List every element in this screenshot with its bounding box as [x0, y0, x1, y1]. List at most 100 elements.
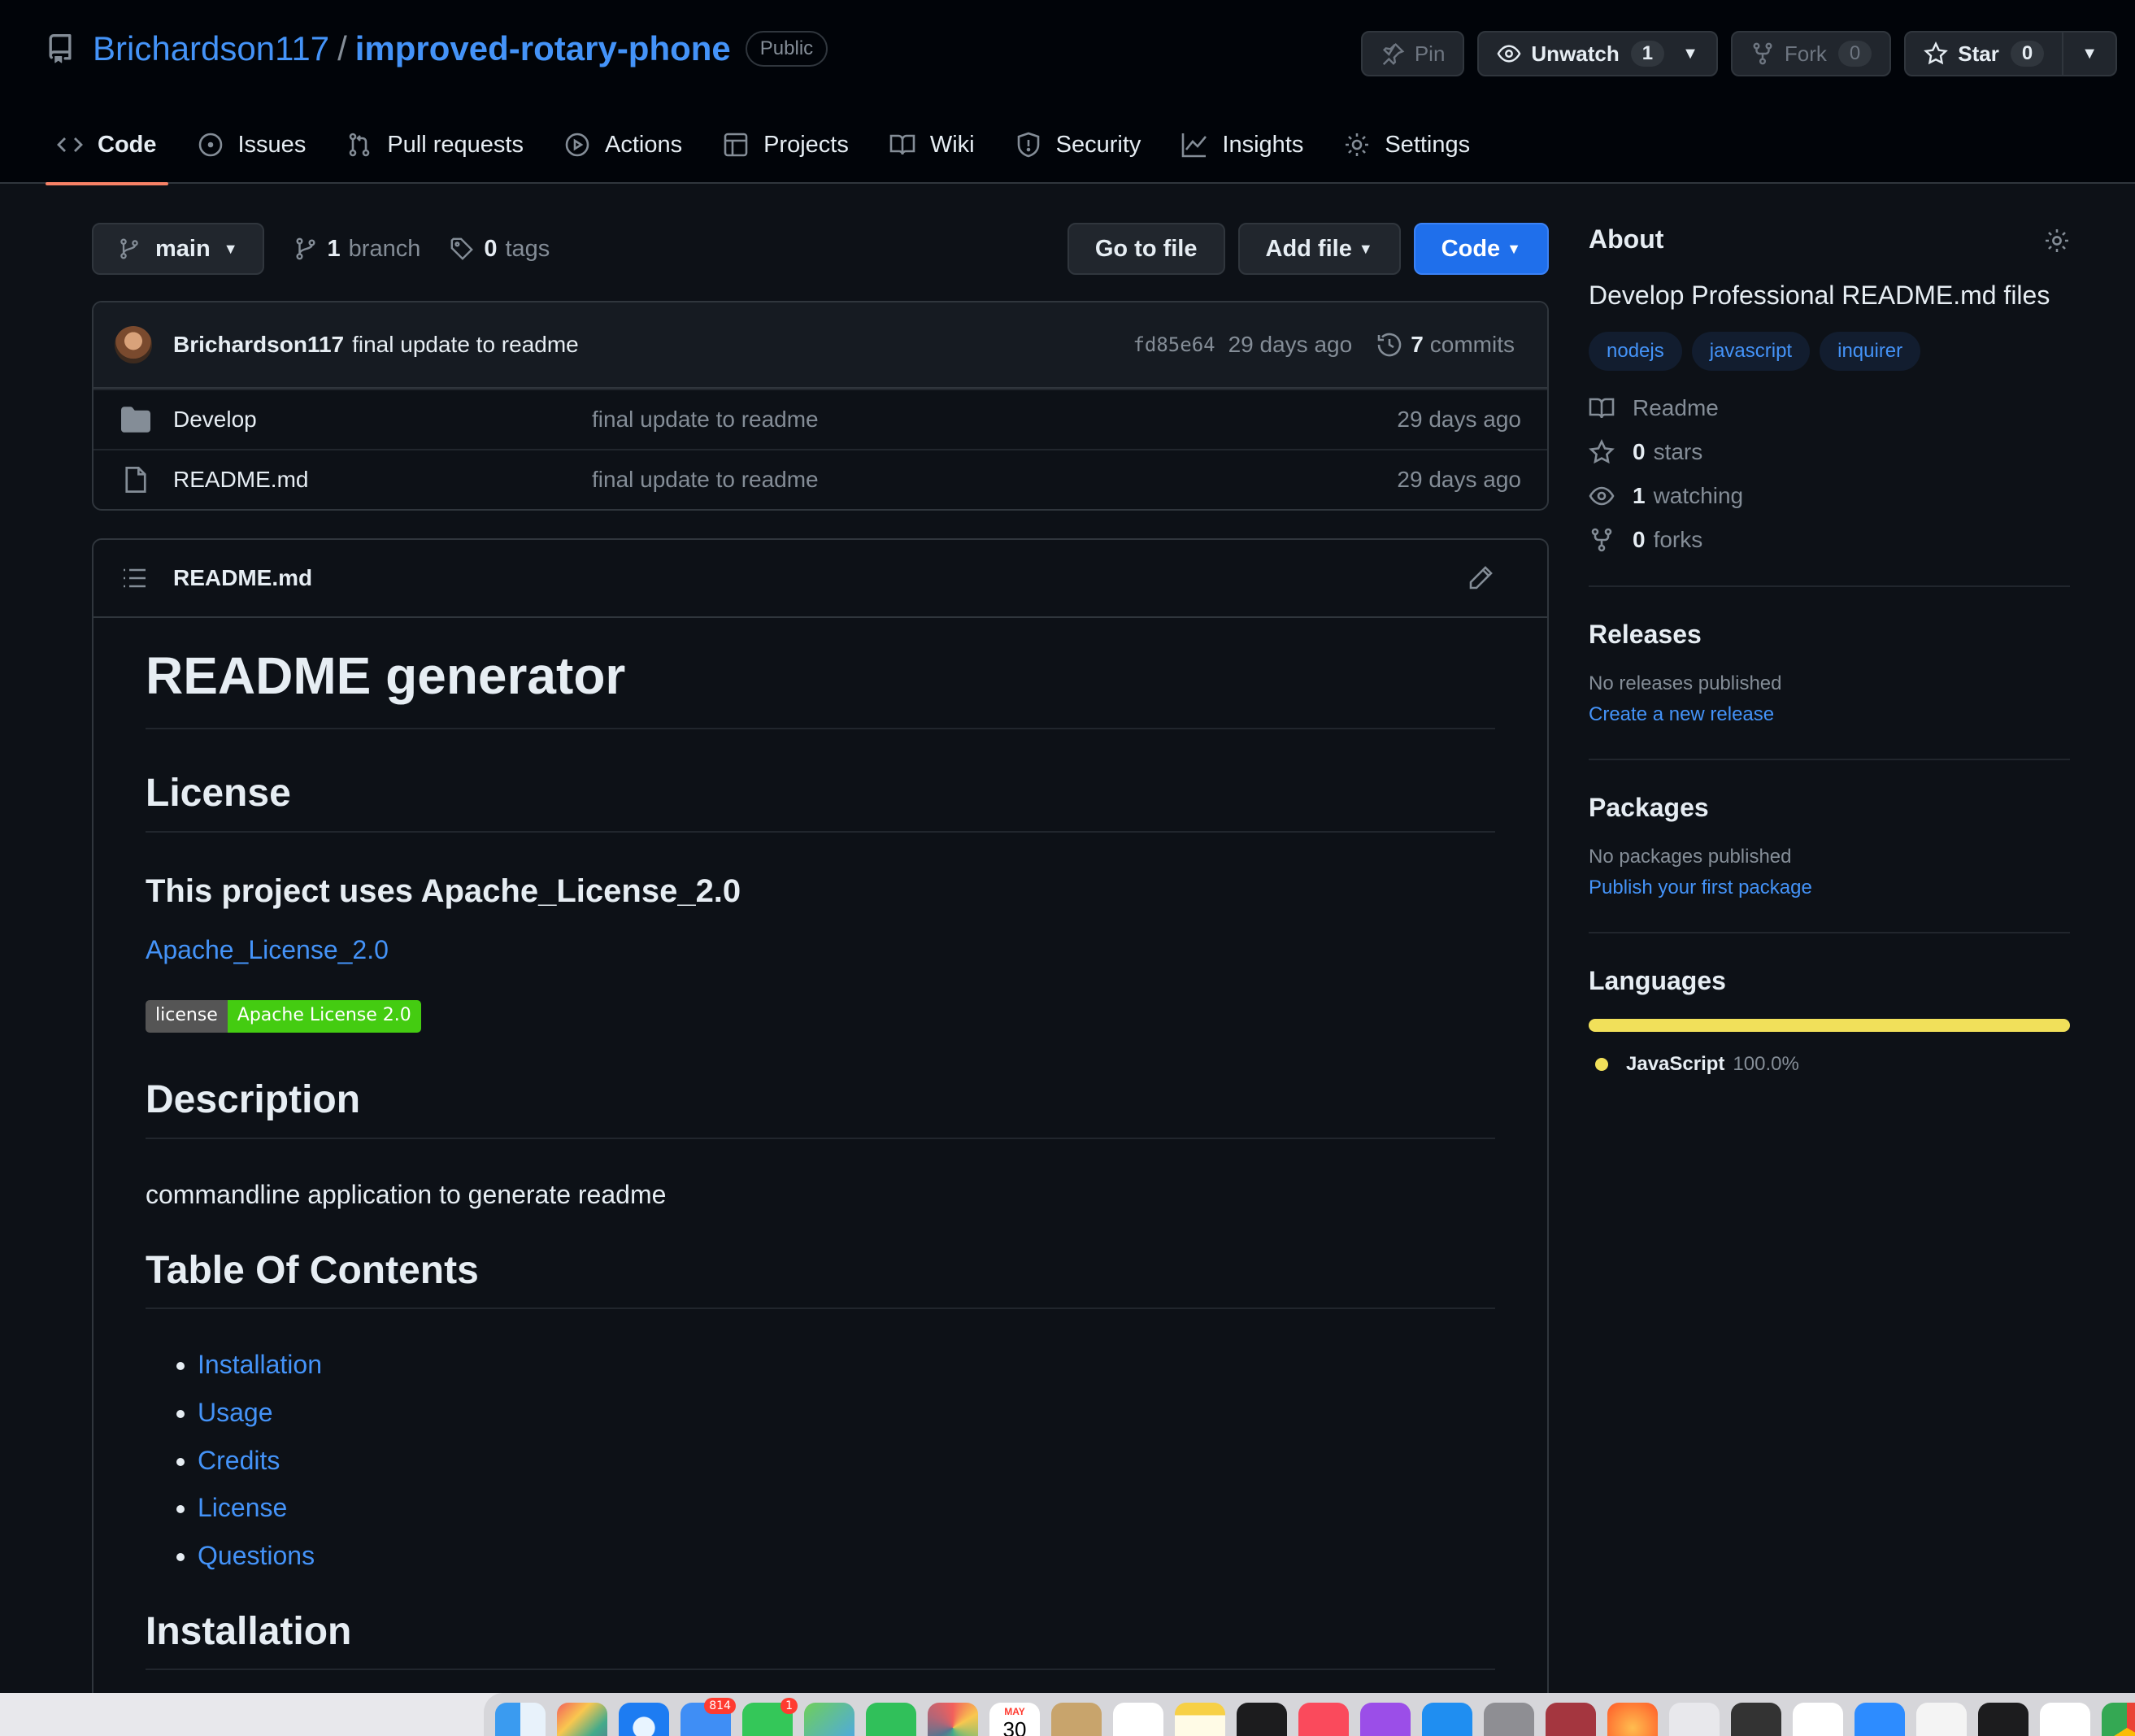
- language-percent: 100.0%: [1733, 1052, 1799, 1075]
- toc-link-questions[interactable]: Questions: [198, 1541, 315, 1570]
- avatar[interactable]: [115, 326, 152, 363]
- star-button[interactable]: Star 0: [1904, 31, 2064, 76]
- chrome-icon[interactable]: [2102, 1703, 2135, 1736]
- table-row[interactable]: README.md final update to readme 29 days…: [93, 449, 1547, 509]
- code-icon: [57, 137, 83, 152]
- calculator-icon[interactable]: [1731, 1703, 1781, 1736]
- branches-link[interactable]: 1 branch: [294, 236, 420, 263]
- installation-heading: Installation: [146, 1607, 1495, 1671]
- toc-link-credits[interactable]: Credits: [198, 1446, 280, 1475]
- mail-icon[interactable]: 814: [681, 1698, 736, 1736]
- license-badge[interactable]: license Apache License 2.0: [146, 1000, 421, 1033]
- tab-code[interactable]: Code: [46, 122, 168, 185]
- list-icon[interactable]: [121, 565, 147, 591]
- facetime-icon[interactable]: [866, 1703, 916, 1736]
- contacts-icon[interactable]: [1051, 1703, 1102, 1736]
- commits-history-link[interactable]: 7 commits: [1376, 332, 1515, 358]
- podcasts-icon[interactable]: [1360, 1703, 1411, 1736]
- fork-button[interactable]: Fork 0: [1730, 31, 1892, 76]
- list-item: License: [198, 1490, 1495, 1526]
- eye-icon: [1497, 45, 1521, 63]
- topic-tag[interactable]: inquirer: [1820, 331, 1921, 371]
- add-file-button[interactable]: Add file ▼: [1237, 223, 1401, 275]
- dictionary-icon[interactable]: [1546, 1703, 1596, 1736]
- messages-icon[interactable]: 1: [742, 1698, 798, 1736]
- tags-link[interactable]: 0 tags: [450, 236, 550, 263]
- tab-settings[interactable]: Settings: [1333, 122, 1481, 184]
- file-name-link[interactable]: Develop: [173, 407, 592, 433]
- create-release-link[interactable]: Create a new release: [1589, 703, 1774, 725]
- tag-icon: [450, 237, 474, 260]
- commit-message-link[interactable]: final update to readme: [352, 332, 579, 358]
- branch-select-button[interactable]: main ▼: [92, 223, 264, 275]
- maps-icon[interactable]: [804, 1703, 854, 1736]
- firefox-icon[interactable]: [1607, 1703, 1658, 1736]
- sourcetree-icon[interactable]: [1669, 1703, 1720, 1736]
- language-item[interactable]: JavaScript 100.0%: [1589, 1053, 2070, 1076]
- publish-package-link[interactable]: Publish your first package: [1589, 877, 1812, 898]
- packages-title[interactable]: Packages: [1589, 793, 2070, 823]
- watchers-link[interactable]: 1 watching: [1589, 483, 2070, 509]
- license-link[interactable]: Apache_License_2.0: [146, 935, 389, 964]
- finder-icon[interactable]: [495, 1703, 546, 1736]
- tab-projects[interactable]: Projects: [711, 122, 860, 184]
- calendar-icon[interactable]: MAY 30: [989, 1703, 1040, 1736]
- notes-icon[interactable]: [1175, 1703, 1225, 1736]
- reminders-icon[interactable]: [1113, 1703, 1163, 1736]
- go-to-file-button[interactable]: Go to file: [1067, 223, 1225, 275]
- repo-icon: [49, 34, 72, 63]
- apple-tv-icon[interactable]: [1237, 1703, 1287, 1736]
- vscode-icon[interactable]: [2040, 1703, 2090, 1736]
- tab-wiki[interactable]: Wiki: [878, 122, 986, 184]
- code-button[interactable]: Code ▼: [1413, 223, 1549, 275]
- packages-empty-text: No packages published: [1589, 845, 1792, 868]
- tab-security[interactable]: Security: [1004, 122, 1153, 184]
- book-icon: [889, 134, 915, 155]
- file-commit-link[interactable]: final update to readme: [592, 467, 819, 493]
- stars-link[interactable]: 0 stars: [1589, 438, 2070, 465]
- repo-owner-link[interactable]: Brichardson117: [93, 29, 329, 68]
- commit-sha-link[interactable]: fd85e64: [1133, 333, 1215, 356]
- tab-actions[interactable]: Actions: [553, 122, 694, 184]
- file-actions: Go to file Add file ▼ Code ▼: [1067, 223, 1549, 275]
- tab-insights[interactable]: Insights: [1170, 122, 1315, 184]
- toc-link-license[interactable]: License: [198, 1493, 287, 1522]
- releases-title[interactable]: Releases: [1589, 620, 2070, 650]
- slack-icon[interactable]: [1793, 1703, 1843, 1736]
- readme-link[interactable]: Readme: [1589, 395, 2070, 421]
- topic-tag[interactable]: javascript: [1691, 331, 1811, 371]
- music-icon[interactable]: [1298, 1703, 1349, 1736]
- issue-icon: [198, 133, 222, 157]
- topic-tag[interactable]: nodejs: [1589, 331, 1682, 371]
- pin-button[interactable]: Pin: [1360, 31, 1465, 76]
- readme-content: README generator License This project us…: [93, 618, 1547, 1732]
- gear-icon[interactable]: [2044, 228, 2070, 254]
- photos-icon[interactable]: [928, 1703, 978, 1736]
- toc-link-installation[interactable]: Installation: [198, 1350, 322, 1379]
- launchpad-icon[interactable]: [557, 1703, 607, 1736]
- mail-badge: 814: [704, 1698, 736, 1714]
- repo-name-link[interactable]: improved-rotary-phone: [355, 29, 731, 68]
- zoom-icon[interactable]: [1855, 1703, 1905, 1736]
- file-commit-link[interactable]: final update to readme: [592, 407, 819, 433]
- main-content: main ▼ 1 branch 0 tags Go to file Add fi…: [92, 223, 1549, 1736]
- textedit-icon[interactable]: [1916, 1703, 1967, 1736]
- app-store-icon[interactable]: [1422, 1703, 1472, 1736]
- file-name-link[interactable]: README.md: [173, 467, 592, 493]
- file-table: Brichardson117 final update to readme fd…: [92, 301, 1549, 511]
- table-row[interactable]: Develop final update to readme 29 days a…: [93, 389, 1547, 449]
- chevron-down-icon: ▼: [2081, 44, 2098, 63]
- toc-link-usage[interactable]: Usage: [198, 1398, 273, 1427]
- star-list-dropdown[interactable]: ▼: [2063, 31, 2117, 76]
- safari-icon[interactable]: [619, 1703, 669, 1736]
- pencil-icon[interactable]: [1468, 565, 1494, 591]
- commit-author-link[interactable]: Brichardson117: [173, 332, 344, 358]
- terminal-icon[interactable]: [1978, 1703, 2028, 1736]
- system-settings-icon[interactable]: [1484, 1703, 1534, 1736]
- unwatch-button[interactable]: Unwatch 1 ▼: [1477, 31, 1718, 76]
- tab-pull-requests[interactable]: Pull requests: [335, 122, 535, 184]
- packages-section: Packages No packages published Publish y…: [1589, 793, 2070, 933]
- tab-issues[interactable]: Issues: [186, 122, 318, 184]
- description-text: commandline application to generate read…: [146, 1179, 667, 1209]
- forks-link[interactable]: 0 forks: [1589, 527, 2070, 553]
